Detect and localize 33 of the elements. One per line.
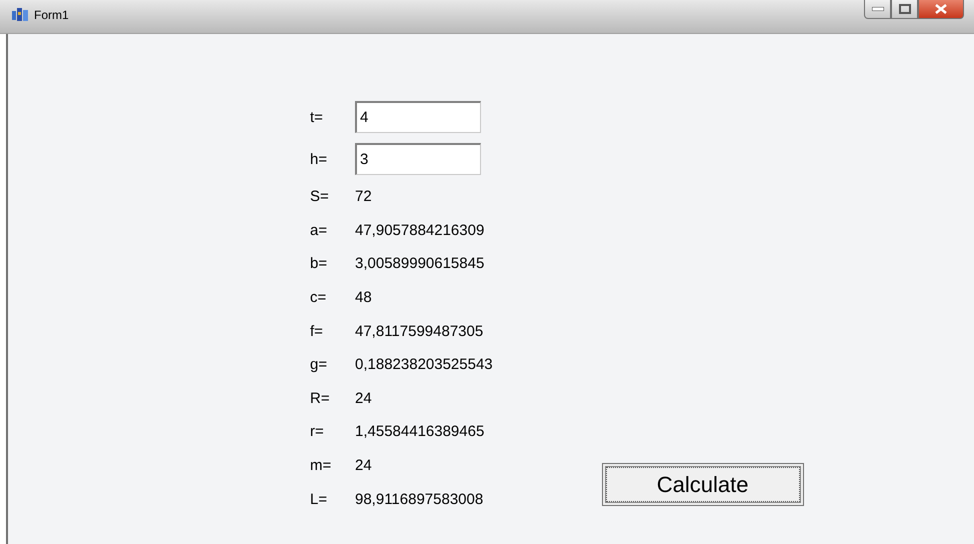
close-icon (935, 4, 947, 14)
field-label: t= (310, 108, 324, 126)
result-label: g= (310, 356, 328, 374)
input-field[interactable]: 4 (355, 101, 481, 133)
close-button[interactable] (918, 0, 964, 19)
field-label: h= (310, 150, 328, 168)
result-value: 47,8117599487305 (355, 322, 484, 340)
maximize-button[interactable] (891, 0, 918, 19)
window-title: Form1 (34, 8, 69, 22)
result-value: 24 (355, 457, 372, 474)
result-label: S= (310, 188, 330, 206)
result-value: 3,00589990615845 (355, 255, 484, 272)
minimize-button[interactable] (864, 0, 891, 19)
result-label: L= (310, 490, 328, 508)
result-label: b= (310, 255, 328, 272)
result-label: c= (310, 289, 328, 306)
result-label: R= (310, 390, 331, 407)
maximize-icon (898, 4, 910, 14)
calculate-button[interactable]: Calculate (602, 463, 804, 506)
result-value: 47,9057884216309 (355, 222, 484, 239)
result-value: 24 (355, 390, 372, 407)
result-value: 72 (355, 188, 372, 206)
result-label: m= (310, 457, 332, 474)
result-label: r= (310, 423, 325, 440)
result-label: f= (310, 322, 324, 340)
result-value: 0,188238203525543 (355, 356, 493, 374)
result-value: 98,9116897583008 (355, 490, 484, 508)
result-label: a= (310, 222, 328, 239)
result-value: 1,45584416389465 (355, 423, 484, 440)
app-icon (12, 8, 28, 22)
input-field[interactable]: 3 (355, 143, 481, 175)
minimize-icon (872, 7, 884, 11)
result-value: 48 (355, 289, 372, 306)
